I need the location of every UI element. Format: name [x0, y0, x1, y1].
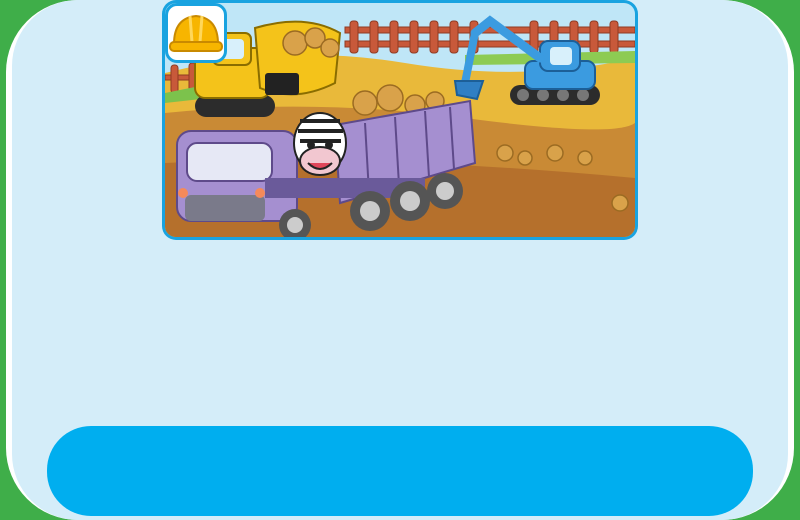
- bottom-action-button[interactable]: [47, 426, 753, 516]
- hard-hat-icon: [169, 14, 223, 52]
- zebra-driver: [293, 112, 347, 176]
- construction-scene-illustration: [165, 3, 635, 237]
- construction-scene-card[interactable]: [162, 0, 638, 240]
- hard-hat-badge[interactable]: [165, 3, 227, 63]
